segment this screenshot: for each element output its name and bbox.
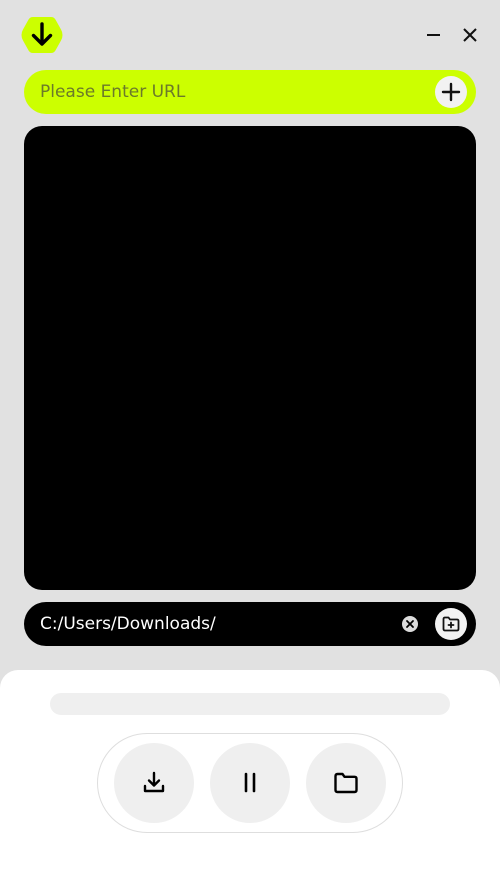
minus-icon <box>427 34 440 36</box>
preview-area <box>24 126 476 590</box>
close-icon <box>463 28 477 42</box>
clear-path-button[interactable] <box>402 616 418 632</box>
url-input[interactable] <box>24 70 424 114</box>
plus-icon <box>441 82 461 102</box>
folder-plus-icon <box>442 616 460 632</box>
pause-icon <box>244 772 256 793</box>
pause-download-button[interactable] <box>210 743 290 823</box>
close-button[interactable] <box>459 24 481 46</box>
download-path-bar: C:/Users/Downloads/ <box>24 602 476 646</box>
app-logo <box>21 15 63 55</box>
control-panel <box>0 670 500 870</box>
browse-folder-button[interactable] <box>435 608 467 640</box>
clear-x-icon <box>406 620 414 628</box>
minimize-button[interactable] <box>422 24 444 46</box>
playback-controls <box>97 733 403 833</box>
downloader-window: C:/Users/Downloads/ <box>0 0 500 870</box>
url-bar <box>24 70 476 114</box>
open-folder-button[interactable] <box>306 743 386 823</box>
download-progress-bar <box>50 693 450 715</box>
start-download-button[interactable] <box>114 743 194 823</box>
download-arrow-hexagon-icon <box>21 17 63 53</box>
add-url-button[interactable] <box>435 76 467 108</box>
download-path-text: C:/Users/Downloads/ <box>40 614 216 634</box>
download-icon <box>143 771 165 793</box>
folder-icon <box>334 772 358 794</box>
